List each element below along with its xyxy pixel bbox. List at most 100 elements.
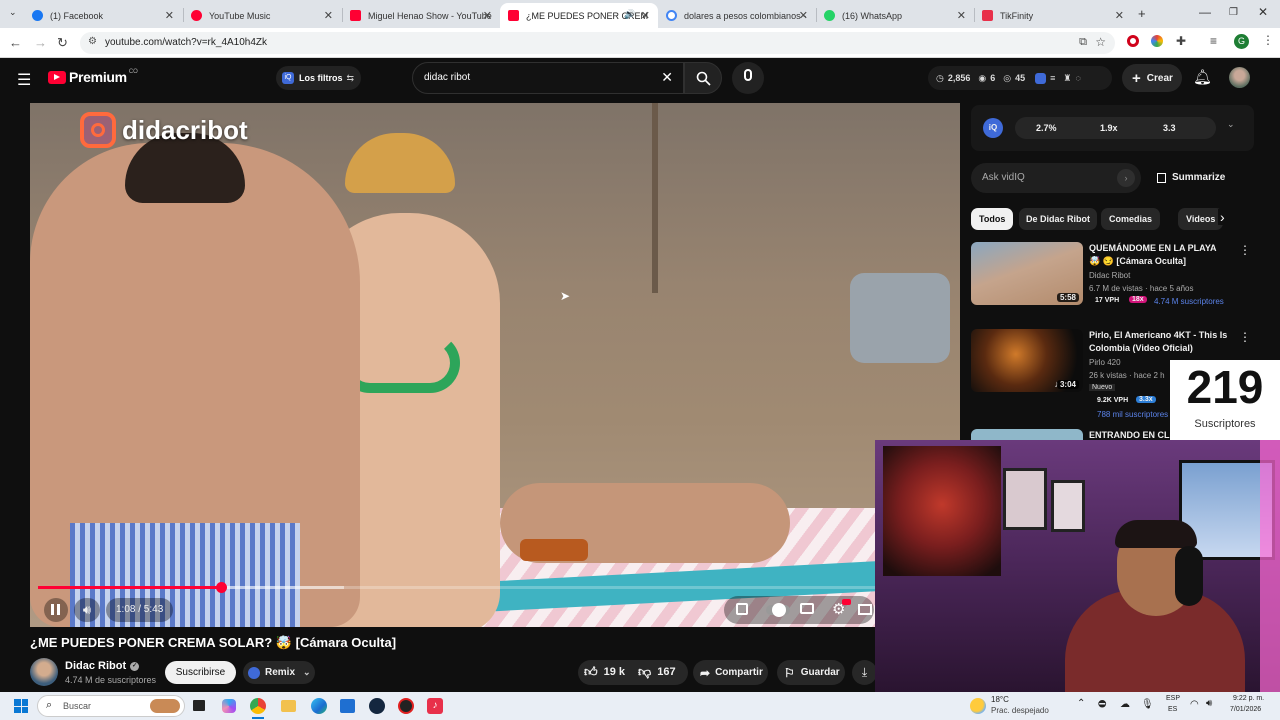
tab-whatsapp[interactable]: (16) WhatsApp ✕	[816, 3, 974, 28]
channel-avatar[interactable]	[30, 658, 58, 686]
pause-button[interactable]	[44, 598, 68, 622]
extensions-puzzle-icon[interactable]: ✚	[1176, 34, 1186, 48]
reload-icon[interactable]: ↻	[57, 35, 68, 51]
restore-icon[interactable]: ❐	[1229, 7, 1238, 18]
profile-avatar[interactable]: G	[1234, 34, 1249, 49]
close-tab-icon[interactable]: ✕	[641, 9, 650, 22]
tray-icon-2[interactable]: ☁	[1120, 699, 1130, 710]
clear-search-icon[interactable]: ✕	[661, 69, 673, 86]
account-avatar[interactable]	[1229, 67, 1250, 88]
tab-search-icon[interactable]: ⌄	[9, 7, 17, 18]
bookmark-star-icon[interactable]: ☆	[1095, 35, 1106, 49]
vidiq-icon	[1035, 72, 1047, 84]
create-button[interactable]: + Crear	[1122, 64, 1182, 92]
browser-menu-icon[interactable]: ⋮	[1262, 33, 1274, 47]
miniplayer-icon[interactable]	[858, 604, 872, 615]
rec-video-1[interactable]: 5:58 QUEMÁNDOME EN LA PLAYA 🤯 😏 [Cámara …	[971, 242, 1261, 314]
video-player[interactable]: didacribot 🔊︎ 1:08 / 5:43 ⚙ ➤	[30, 103, 960, 627]
windows-start-icon[interactable]	[14, 699, 28, 713]
autoplay-toggle[interactable]	[766, 603, 790, 617]
chip-comedias[interactable]: Comedias	[1101, 208, 1161, 230]
send-arrow-icon[interactable]: ›	[1117, 169, 1135, 187]
tiktok-icon[interactable]: ♪	[427, 698, 443, 714]
copilot-icon[interactable]	[222, 699, 236, 713]
facebook-icon	[32, 10, 43, 21]
vidiq-stats-bar[interactable]: ◷ 2,856 ◉ 6 ◎ 45 ≡ ♜ ◌	[928, 66, 1112, 90]
document-icon	[1157, 172, 1166, 183]
chip-channel[interactable]: De Didac Ribot	[1019, 208, 1098, 230]
wifi-icon[interactable]: ◠	[1190, 699, 1199, 710]
media-control-icon[interactable]: ≡	[1210, 34, 1217, 48]
search-highlight-icon	[150, 699, 180, 713]
subtitles-icon[interactable]	[800, 603, 814, 614]
new-tab-icon[interactable]: +	[1138, 6, 1146, 21]
opera-extension-icon[interactable]	[1127, 35, 1139, 47]
volume-tray-icon[interactable]: 🔊︎	[1206, 698, 1212, 709]
tab-miguel-henao[interactable]: Miguel Henao Show - YouTube ✕	[342, 3, 500, 28]
remix-button[interactable]: Remix ⌄	[243, 661, 315, 684]
close-tab-icon[interactable]: ✕	[957, 9, 966, 22]
hamburger-menu-icon[interactable]: ☰	[17, 70, 31, 90]
more-options-icon[interactable]: ⋮	[1239, 243, 1251, 257]
subscribe-button[interactable]: Suscribirse	[165, 661, 236, 684]
tab-tikfinity[interactable]: TikFinity ✕	[974, 3, 1132, 28]
close-tab-icon[interactable]: ✕	[483, 9, 492, 22]
close-tab-icon[interactable]: ✕	[324, 9, 333, 22]
minimize-icon[interactable]: —	[1199, 5, 1211, 19]
url-field[interactable]: ⚙ youtube.com/watch?v=rk_4A10h4Zk ⧉ ☆	[80, 32, 1115, 54]
close-tab-icon[interactable]: ✕	[1115, 9, 1124, 22]
scrubber-handle[interactable]	[215, 582, 227, 593]
chip-todos[interactable]: Todos	[971, 208, 1014, 230]
close-tab-icon[interactable]: ✕	[165, 9, 174, 22]
tab-youtube-music[interactable]: YouTube Music ✕	[183, 3, 341, 28]
tab-active-video[interactable]: ¿ME PUEDES PONER CREM 🔊 ✕	[500, 3, 658, 28]
chip-scroll-right-icon[interactable]: ›	[1218, 209, 1227, 225]
chip-videos[interactable]: Videos	[1178, 208, 1224, 230]
vidiq-icon	[248, 666, 260, 679]
extension-color-icon[interactable]	[1151, 35, 1163, 47]
tray-icon-1[interactable]: ⛔︎	[1098, 699, 1106, 710]
store-icon[interactable]	[340, 699, 355, 713]
tray-chevron-up-icon[interactable]: ⌃	[1077, 698, 1085, 709]
task-view-icon[interactable]	[193, 700, 205, 711]
notifications-bell-icon[interactable]: 🔔︎	[1193, 68, 1212, 86]
taskbar-search[interactable]: ⌕ Buscar	[37, 695, 185, 717]
voice-search-button[interactable]	[732, 62, 764, 94]
steam-icon[interactable]	[369, 698, 385, 714]
channel-name[interactable]: Didac Ribot ✓	[65, 660, 140, 672]
summarize-button[interactable]: Summarize	[1157, 172, 1225, 183]
tikfinity-icon	[982, 10, 993, 21]
filters-button[interactable]: iQ Los filtros ⇆	[276, 66, 361, 90]
share-button[interactable]: ➦ Compartir	[693, 660, 768, 685]
save-button[interactable]: ⚐ Guardar	[777, 660, 845, 685]
speaker-icon[interactable]: 🔊	[624, 9, 635, 20]
ask-vidiq-input[interactable]: Ask vidIQ ›	[971, 163, 1141, 193]
youtube-icon	[350, 10, 361, 21]
close-window-icon[interactable]: ✕	[1258, 5, 1268, 19]
forward-icon[interactable]: →	[34, 35, 47, 50]
chrome-icon[interactable]	[250, 698, 266, 714]
close-tab-icon[interactable]: ✕	[799, 9, 808, 22]
site-info-icon[interactable]: ⚙	[88, 36, 97, 47]
volume-button[interactable]: 🔊︎	[74, 598, 100, 622]
youtube-premium-logo[interactable]: Premium CO	[48, 69, 138, 85]
game-app-icon[interactable]	[398, 698, 414, 714]
tab-google-dolares[interactable]: dolares a pesos colombianos - ✕	[658, 3, 816, 28]
tray-icon-3[interactable]: 🎙︎	[1141, 699, 1154, 710]
edge-icon[interactable]	[311, 698, 327, 714]
file-explorer-icon[interactable]	[281, 700, 296, 712]
subscriber-counter-overlay: 219 Suscriptores	[1170, 360, 1280, 440]
search-box[interactable]: didac ribot ✕	[412, 62, 684, 94]
like-button[interactable]: 👍︎ 19 k	[584, 664, 625, 680]
tab-facebook[interactable]: (1) Facebook ✕	[24, 3, 182, 28]
search-button[interactable]	[684, 62, 722, 94]
youtube-play-icon	[48, 70, 66, 84]
download-button[interactable]: ⤓	[852, 660, 877, 685]
vidiq-player-icon[interactable]	[736, 603, 748, 615]
chevron-down-icon[interactable]: ⌄	[1227, 119, 1235, 130]
back-icon[interactable]: ←	[9, 35, 22, 50]
progress-track[interactable]	[38, 582, 952, 593]
install-icon[interactable]: ⧉	[1079, 36, 1087, 49]
dislike-button[interactable]: 👎︎ 167	[638, 664, 676, 680]
more-options-icon[interactable]: ⋮	[1239, 330, 1251, 344]
